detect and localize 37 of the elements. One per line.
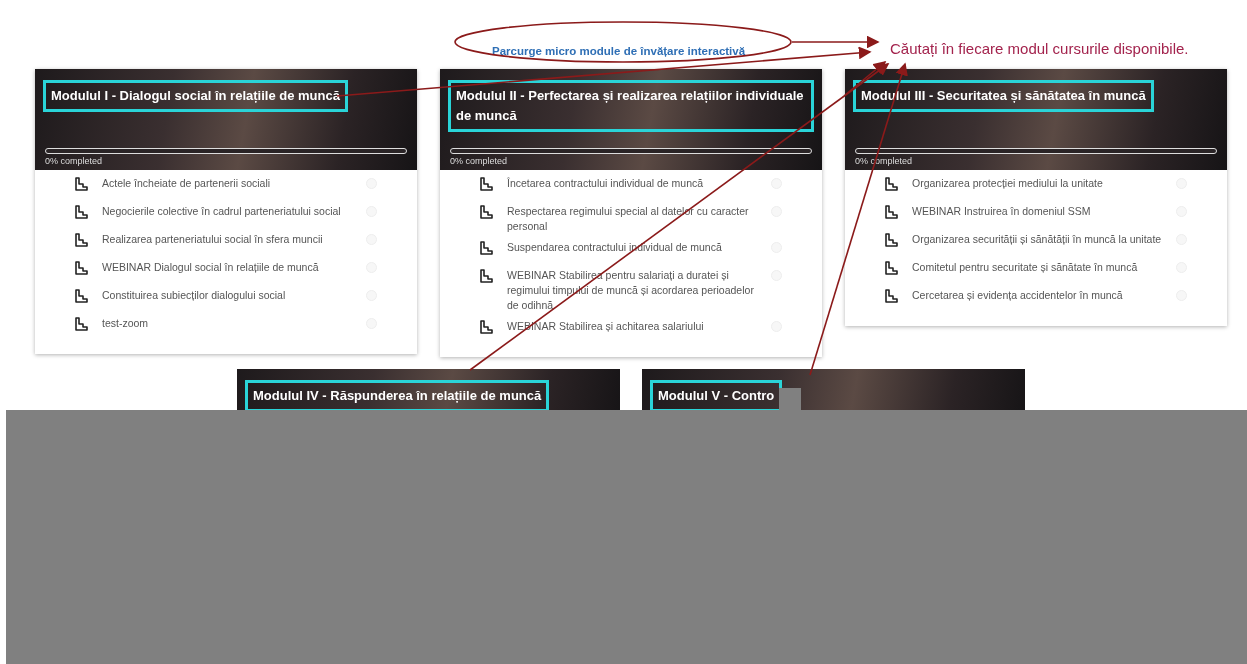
course-item[interactable]: test-zoom [102, 316, 366, 331]
course-item[interactable]: Actele încheiate de partenerii sociali [102, 176, 366, 191]
annotation-text: Căutați în fiecare modul cursurile disponibile. [890, 39, 1189, 60]
stair-step-icon [75, 261, 88, 275]
stair-step-icon [480, 177, 493, 191]
callout-text: Parcurge micro module de învățare interactivă [492, 44, 746, 57]
progress-label: 0% completed [45, 155, 104, 167]
module-title[interactable]: Modulul II - Perfectarea și realizarea relațiilor individuale de muncă [448, 80, 814, 132]
course-item[interactable]: Cercetarea și evidența accidentelor în muncă [912, 288, 1176, 303]
progress-label: 0% completed [450, 155, 509, 167]
stair-step-icon [480, 320, 493, 334]
stair-step-icon [75, 317, 88, 331]
progress-label: 0% completed [855, 155, 914, 167]
stair-step-icon [75, 233, 88, 247]
stair-step-icon [75, 177, 88, 191]
stair-step-icon [480, 205, 493, 219]
course-item[interactable]: WEBINAR Dialogul social în relațiile de muncă [102, 260, 366, 275]
module-title[interactable]: Modulul III - Securitatea și sănătatea în muncă [853, 80, 1154, 112]
module-title[interactable]: Modulul I - Dialogul social în relațiile de muncă [43, 80, 348, 112]
stair-step-icon [480, 241, 493, 255]
stair-step-icon [885, 289, 898, 303]
redaction-patch [779, 388, 801, 410]
stair-step-icon [75, 205, 88, 219]
course-item[interactable]: Realizarea parteneriatului social în sfera muncii [102, 232, 366, 247]
course-item[interactable]: Constituirea subiecților dialogului social [102, 288, 366, 303]
course-item[interactable]: Negocierile colective în cadrul parteneriatului social [102, 204, 366, 219]
stair-step-icon [885, 177, 898, 191]
stair-step-icon [75, 289, 88, 303]
stair-step-icon [480, 269, 493, 283]
course-item[interactable]: Organizarea securității și sănătății în muncă la unitate [912, 232, 1176, 247]
course-item[interactable]: Încetarea contractului individual de muncă [507, 176, 771, 191]
stair-step-icon [885, 205, 898, 219]
stair-step-icon [885, 233, 898, 247]
course-item[interactable]: WEBINAR Instruirea în domeniul SSM [912, 204, 1176, 219]
stair-step-icon [885, 261, 898, 275]
course-item[interactable]: Organizarea protecției mediului la unitate [912, 176, 1176, 191]
course-item[interactable]: Comitetul pentru securitate și sănătate în muncă [912, 260, 1176, 275]
